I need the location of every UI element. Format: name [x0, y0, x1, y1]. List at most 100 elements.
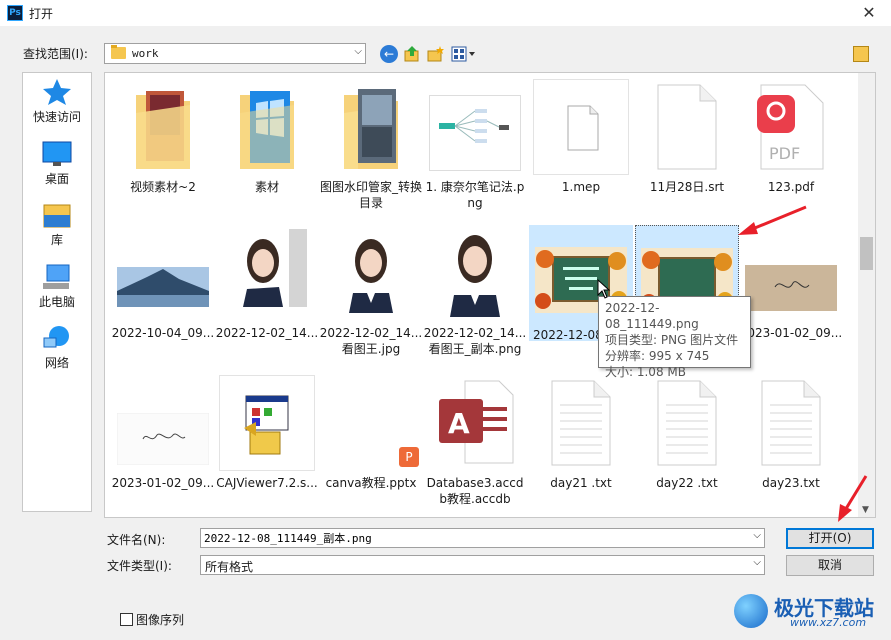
window-title: 打开 — [29, 7, 54, 21]
vertical-scrollbar[interactable]: ▼ — [858, 73, 875, 517]
annotation-arrow-icon — [738, 205, 807, 235]
file-label: 视频素材~2 — [130, 180, 196, 194]
file-item[interactable]: 2022-12-02_14...看图王.jpg — [319, 223, 423, 356]
pptx-icon: P — [399, 447, 419, 467]
place-quick-access[interactable]: 快速访问 — [23, 78, 91, 125]
image-thumbnail — [440, 227, 510, 317]
text-file-icon — [761, 380, 821, 466]
file-item[interactable]: 2022-12-02_14...看图王_副本.png — [423, 223, 527, 356]
image-thumbnail — [327, 229, 415, 313]
text-file-icon — [657, 380, 717, 466]
installer-icon — [244, 395, 289, 455]
desktop-icon — [42, 141, 72, 166]
image-sequence-label: 图像序列 — [136, 613, 185, 627]
image-thumbnail — [429, 95, 521, 171]
file-item[interactable]: 素材 — [215, 73, 319, 215]
filetype-value: 所有格式 — [205, 560, 254, 574]
watermark-url: www.xz7.com — [790, 616, 867, 629]
lookin-combo[interactable]: work ⌵ — [104, 43, 366, 64]
file-label: day21 .txt — [550, 476, 612, 490]
tooltip-size: 大小: 1.08 MB — [605, 365, 686, 379]
place-label: 快速访问 — [32, 110, 81, 124]
file-item[interactable]: P canva教程.pptx — [319, 371, 423, 511]
up-folder-icon[interactable] — [403, 45, 421, 63]
text-file-icon — [551, 380, 611, 466]
folder-icon — [240, 91, 294, 169]
site-watermark: 极光下载站 www.xz7.com — [734, 590, 884, 634]
file-item[interactable]: day22 .txt — [635, 371, 739, 511]
place-desktop[interactable]: 桌面 — [23, 140, 91, 187]
file-thumbnail — [219, 375, 315, 471]
image-thumbnail — [117, 413, 209, 465]
open-button[interactable]: 打开(O) — [786, 528, 874, 549]
computer-icon — [43, 264, 70, 289]
file-item[interactable]: 2022-12-02_14... — [215, 223, 319, 353]
chevron-down-icon: ⌵ — [354, 46, 362, 57]
place-label: 此电脑 — [38, 295, 75, 309]
file-item[interactable]: day21 .txt — [529, 371, 633, 511]
file-label: 2022-12-02_14...看图王_副本.png — [423, 326, 527, 356]
filename-label: 文件名(N): — [107, 533, 166, 547]
scrollbar-thumb[interactable] — [860, 237, 873, 270]
checkbox-box[interactable] — [120, 613, 133, 626]
places-bar: 快速访问 桌面 库 此电脑 网络 — [22, 72, 92, 512]
cancel-button[interactable]: 取消 — [786, 555, 874, 576]
file-label: 素材 — [254, 180, 279, 194]
view-menu-icon[interactable] — [451, 45, 477, 63]
file-list[interactable]: 视频素材~2 素材 图图水印管家_转换目录 1. 康奈尔笔记法.png 1.me… — [104, 72, 876, 518]
file-label: day22 .txt — [656, 476, 718, 490]
image-sequence-checkbox[interactable]: 图像序列 — [120, 611, 184, 628]
folder-icon — [344, 89, 398, 169]
place-network[interactable]: 网络 — [23, 324, 91, 371]
file-label: CAJViewer7.2.s... — [216, 476, 318, 490]
annotation-arrow-icon — [838, 475, 868, 522]
network-icon — [43, 326, 69, 348]
image-thumbnail — [227, 229, 307, 307]
file-label: 2022-12-02_14...看图王.jpg — [319, 326, 423, 356]
filename-input[interactable] — [201, 529, 741, 547]
file-label: 2022-12-02_14... — [215, 326, 319, 340]
file-item[interactable]: PDF 123.pdf — [739, 73, 843, 215]
image-thumbnail — [117, 267, 209, 307]
tooltip-type: 项目类型: PNG 图片文件 — [605, 333, 739, 347]
file-tooltip: 2022-12-08_111449.png 项目类型: PNG 图片文件 分辨率… — [598, 296, 751, 379]
pdf-icon: PDF — [757, 84, 824, 170]
file-item[interactable]: 视频素材~2 — [111, 73, 215, 215]
star-icon — [43, 79, 71, 105]
favorites-folder-icon[interactable] — [853, 46, 869, 62]
file-item[interactable]: A Database3.accdb教程.accdb — [423, 371, 527, 511]
title-bar: Ps 打开 ✕ — [0, 0, 891, 26]
close-icon[interactable]: ✕ — [847, 0, 891, 26]
library-icon — [43, 204, 71, 228]
place-this-pc[interactable]: 此电脑 — [23, 263, 91, 310]
photoshop-app-icon: Ps — [7, 5, 23, 21]
lookin-label: 查找范围(I): — [23, 47, 88, 61]
file-item[interactable]: 2023-01-02_09... — [739, 223, 843, 353]
file-label: 123.pdf — [767, 180, 815, 194]
place-label: 库 — [50, 233, 63, 247]
file-item[interactable]: 图图水印管家_转换目录 — [319, 73, 423, 215]
file-item[interactable]: 1. 康奈尔笔记法.png — [423, 73, 527, 215]
place-library[interactable]: 库 — [23, 201, 91, 248]
file-item[interactable]: day23.txt — [739, 371, 843, 511]
tooltip-resolution: 分辨率: 995 x 745 — [605, 349, 710, 363]
folder-icon — [111, 45, 126, 59]
chevron-down-icon: ⌵ — [753, 557, 761, 568]
file-label: 1. 康奈尔笔记法.png — [425, 180, 525, 210]
tooltip-filename: 2022-12-08_111449.png — [605, 301, 699, 331]
file-item[interactable]: 2023-01-02_09... — [111, 371, 215, 511]
file-item[interactable]: CAJViewer7.2.s... — [215, 371, 319, 511]
file-label: day23.txt — [762, 476, 820, 490]
filename-combo[interactable]: ⌵ — [200, 528, 765, 548]
new-folder-icon[interactable] — [427, 45, 445, 63]
file-label: 1.mep — [561, 180, 601, 194]
file-item[interactable]: 2022-10-04_09... — [111, 223, 215, 353]
file-item[interactable]: 11月28日.srt — [635, 73, 739, 215]
watermark-logo-icon — [734, 594, 768, 628]
filetype-select[interactable]: 所有格式 ⌵ — [200, 555, 765, 575]
back-icon[interactable]: ← — [380, 45, 398, 63]
chevron-down-icon[interactable]: ⌵ — [753, 530, 761, 541]
file-item[interactable]: 1.mep — [529, 73, 633, 215]
file-thumbnail — [533, 79, 629, 175]
file-label: 2023-01-02_09... — [739, 326, 843, 340]
